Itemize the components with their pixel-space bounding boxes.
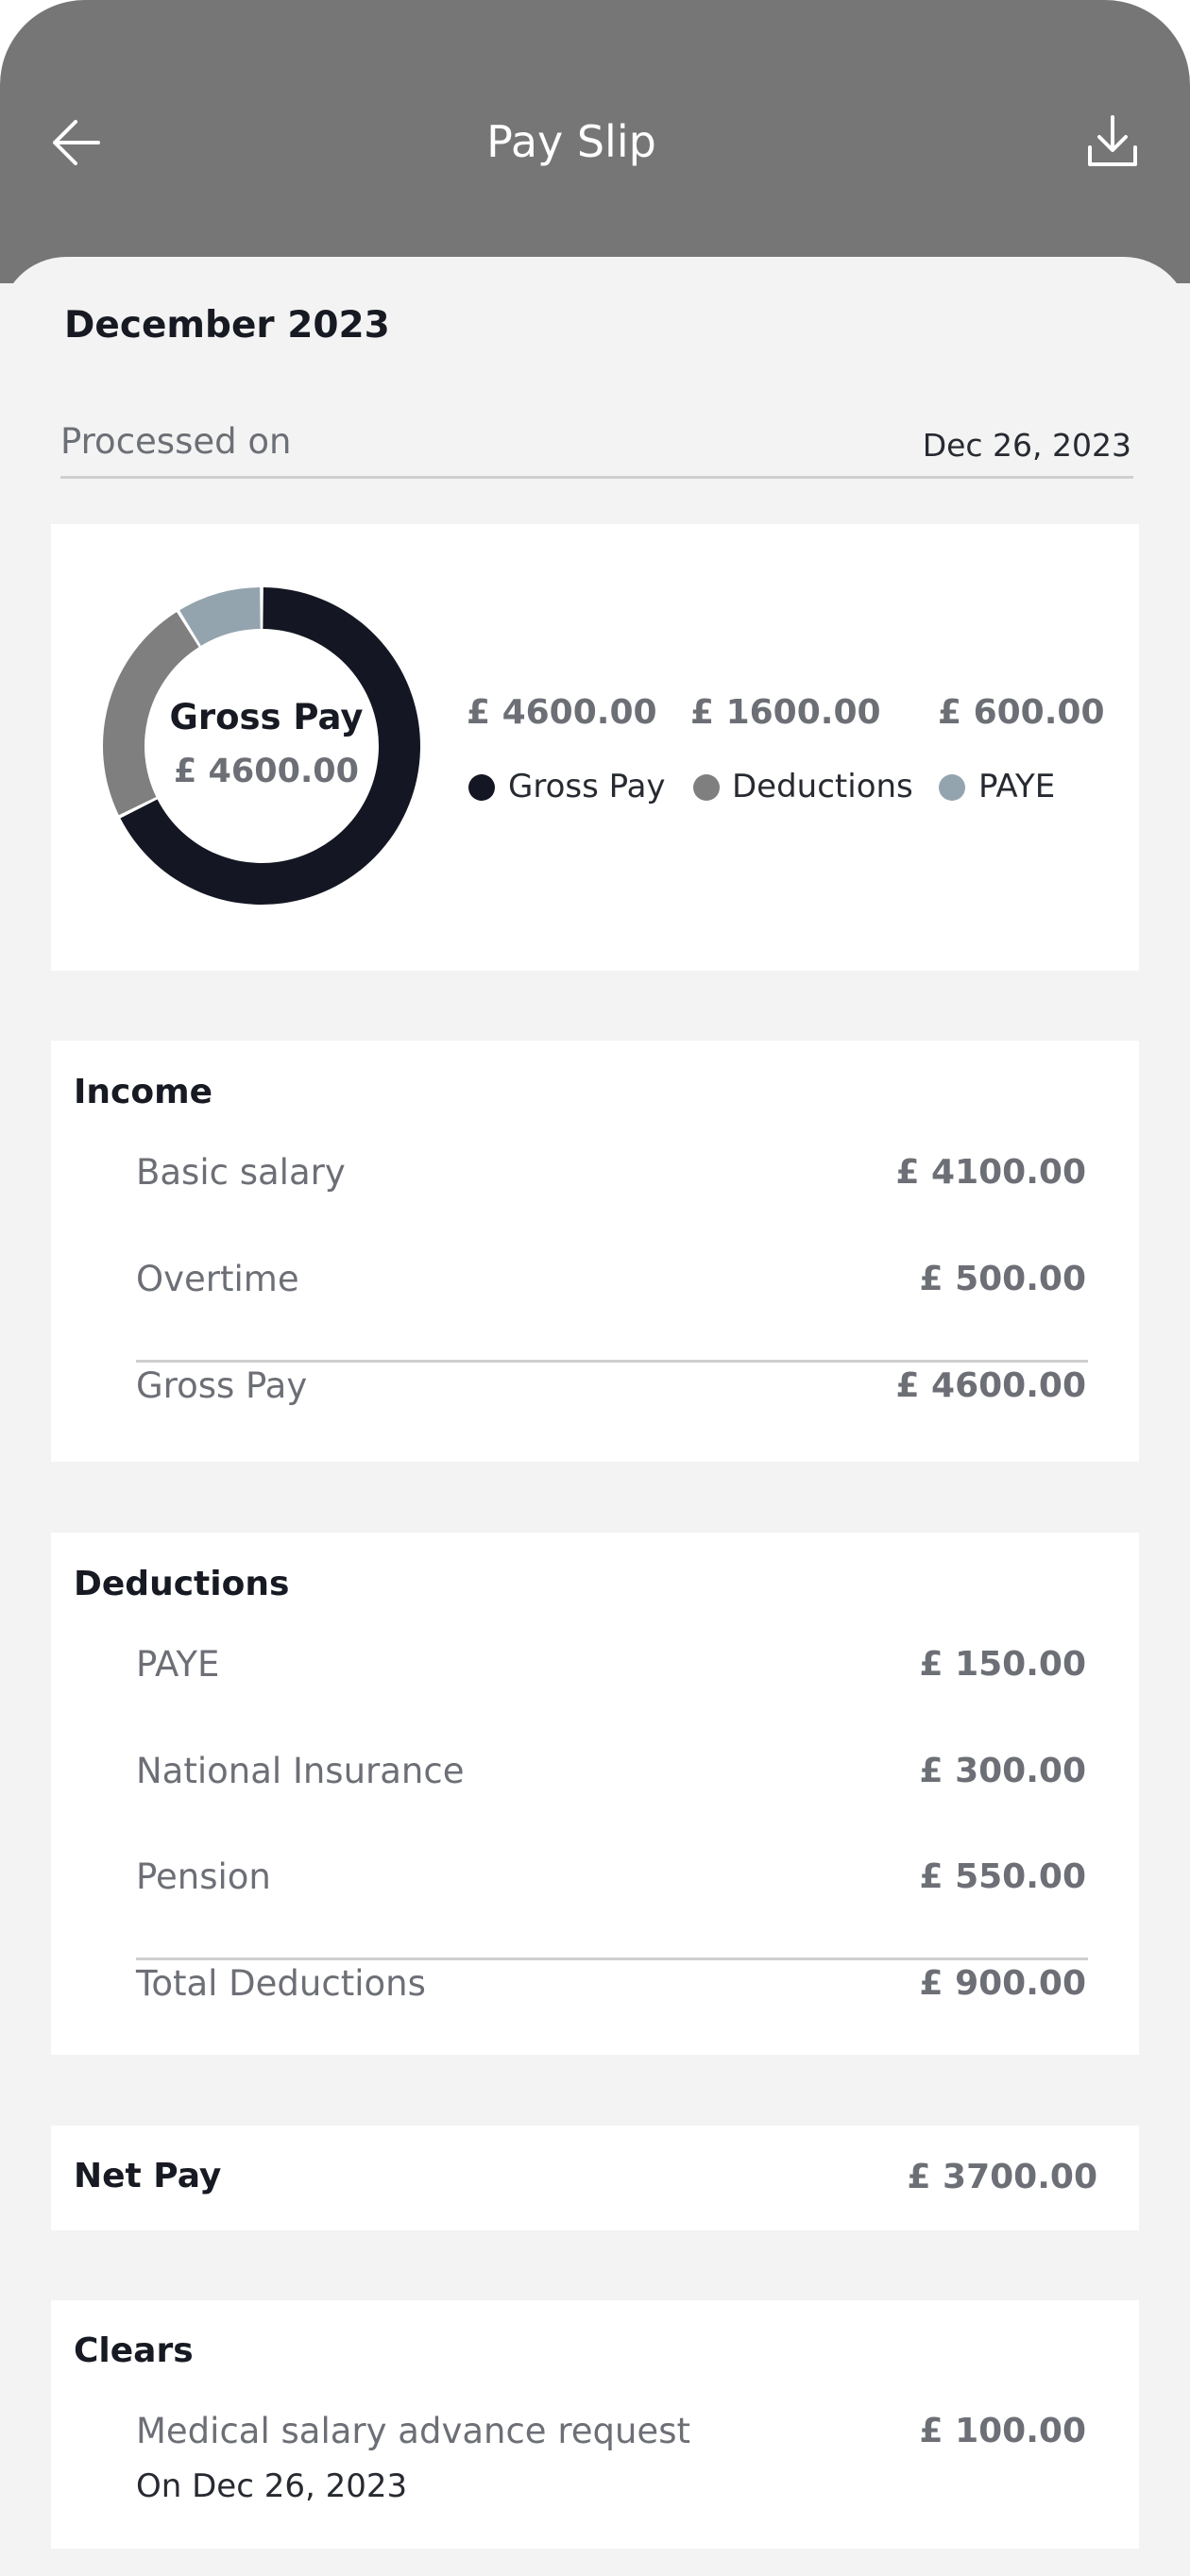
income-title: Income [74,1073,213,1111]
legend-dot-gross-pay [468,774,495,801]
divider [136,1360,1088,1363]
app-header: Pay Slip [0,0,1190,283]
deduction-item-label: Pension [136,1856,271,1897]
legend-dot-paye [939,774,965,801]
income-item-label: Overtime [136,1259,299,1299]
deduction-item-label: PAYE [136,1644,220,1685]
income-item-value: £ 500.00 [919,1260,1086,1298]
legend-value-deductions: £ 1600.00 [690,693,881,732]
pay-period-title: December 2023 [64,304,390,347]
divider [60,476,1133,479]
donut-center-title: Gross Pay [169,697,364,737]
gross-pay-total-value: £ 4600.00 [895,1366,1086,1405]
deductions-title: Deductions [74,1565,290,1603]
deduction-item-value: £ 150.00 [919,1645,1086,1684]
donut-center-value: £ 4600.00 [174,753,359,790]
net-pay-label: Net Pay [74,2157,222,2195]
pay-summary-donut-chart [103,587,420,905]
pay-slip-screen: Pay Slip December 2023 Processed on Dec … [0,0,1190,2576]
deduction-item-value: £ 550.00 [919,1857,1086,1896]
legend-label-gross-pay: Gross Pay [508,768,666,805]
gross-pay-total-label: Gross Pay [136,1365,308,1406]
clears-title: Clears [74,2331,194,2370]
download-button[interactable] [1082,111,1143,172]
legend-label-paye: PAYE [978,768,1056,805]
clear-item-date: On Dec 26, 2023 [136,2467,408,2505]
processed-on-date: Dec 26, 2023 [922,427,1131,464]
income-item-label: Basic salary [136,1152,346,1193]
total-deductions-value: £ 900.00 [919,1964,1086,2003]
divider [136,1957,1088,1960]
legend-value-paye: £ 600.00 [938,693,1105,732]
legend-dot-deductions [693,774,720,801]
income-item-value: £ 4100.00 [895,1153,1086,1192]
net-pay-value: £ 3700.00 [907,2158,1097,2196]
deduction-item-label: National Insurance [136,1751,465,1791]
legend-value-gross-pay: £ 4600.00 [467,693,657,732]
deduction-item-value: £ 300.00 [919,1752,1086,1790]
legend-label-deductions: Deductions [732,768,913,805]
processed-on-label: Processed on [60,421,292,462]
page-title: Pay Slip [486,116,656,167]
total-deductions-label: Total Deductions [136,1963,426,2004]
clear-item-value: £ 100.00 [919,2412,1086,2450]
clear-item-label: Medical salary advance request [136,2411,690,2451]
download-icon [1088,115,1137,166]
